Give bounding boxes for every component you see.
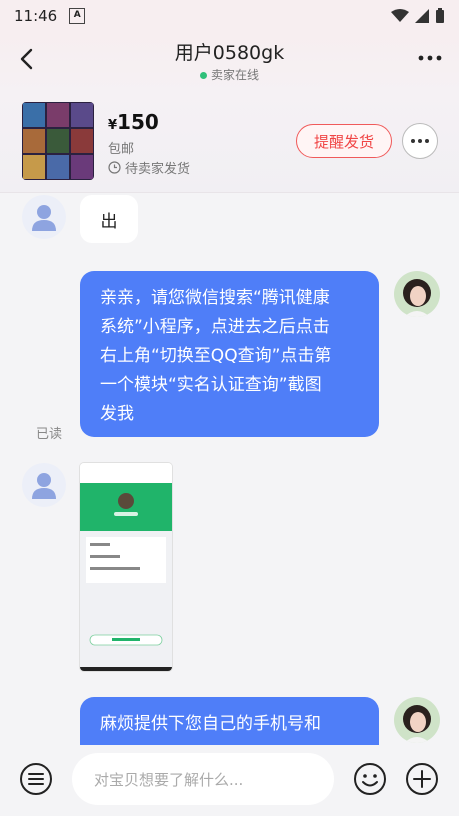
product-card[interactable]: ¥150 包邮 待卖家发货 提醒发货 — [0, 94, 459, 193]
default-user-icon — [32, 205, 56, 231]
message-line: 一个模块“实名认证查询”截图 — [100, 375, 322, 395]
more-dots-icon — [411, 139, 429, 143]
product-thumbnail[interactable] — [22, 102, 94, 180]
remind-ship-button[interactable]: 提醒发货 — [296, 124, 392, 158]
online-dot-icon — [199, 72, 207, 79]
message-line: 系统”小程序，点进去之后点击 — [100, 317, 330, 337]
add-icon[interactable] — [405, 762, 439, 796]
message-line: 亲亲，请您微信搜索“腾讯健康 — [100, 288, 330, 308]
battery-icon — [436, 8, 444, 23]
shipping-label: 包邮 — [108, 142, 135, 157]
status-bar: 11:46 A — [0, 0, 459, 32]
notification-a-icon: A — [69, 8, 86, 24]
chat-messages[interactable]: 出 亲亲，请您微信搜索“腾讯健康 系统”小程序，点进去之后点击 右上角“切换至Q… — [0, 193, 459, 745]
price: ¥150 — [108, 110, 159, 134]
clock-icon — [108, 161, 121, 174]
message-line: 麻烦提供下您自己的手机号和 — [100, 714, 321, 734]
message-line: 发我 — [100, 404, 134, 424]
online-text: 卖家在线 — [210, 68, 259, 82]
user-avatar[interactable] — [394, 697, 440, 743]
seller-avatar[interactable] — [22, 195, 66, 239]
seller-avatar[interactable] — [22, 463, 66, 507]
chat-header: 用户0580gk 卖家在线 — [0, 32, 459, 94]
message-input[interactable]: 对宝贝想要了解什么... — [72, 753, 334, 805]
screenshot-image[interactable] — [80, 463, 172, 671]
status-time: 11:46 — [14, 7, 58, 25]
input-bar: 对宝贝想要了解什么... — [0, 745, 459, 816]
chat-title: 用户0580gk — [174, 42, 285, 64]
order-status-text: 待卖家发货 — [125, 162, 191, 177]
default-user-icon — [32, 473, 56, 499]
menu-icon[interactable] — [19, 762, 53, 796]
user-avatar[interactable] — [394, 271, 440, 317]
signal-icon — [415, 9, 429, 23]
emoji-icon[interactable] — [353, 762, 387, 796]
online-status: 卖家在线 — [0, 66, 459, 83]
message-bubble[interactable]: 出 — [80, 195, 138, 243]
message-line: 右上角“切换至QQ查询”点击第 — [100, 346, 332, 366]
message-bubble-self[interactable]: 亲亲，请您微信搜索“腾讯健康 系统”小程序，点进去之后点击 右上角“切换至QQ查… — [80, 271, 379, 437]
read-receipt: 已读 — [36, 427, 63, 442]
order-status: 待卖家发货 — [108, 158, 190, 177]
product-more-button[interactable] — [402, 123, 438, 159]
message-bubble-self[interactable]: 麻烦提供下您自己的手机号和 — [80, 697, 379, 745]
more-options-icon[interactable] — [415, 46, 445, 70]
wifi-icon — [391, 9, 409, 22]
